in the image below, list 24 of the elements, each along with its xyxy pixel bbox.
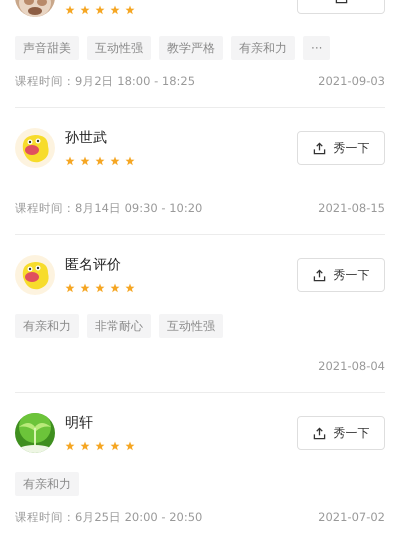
share-button[interactable]: 秀一下 (297, 258, 385, 292)
reviewer-name: 孙世武 (65, 129, 108, 147)
review-tag: 教学严格 (159, 36, 223, 60)
course-time: 课程时间：8月14日 09:30 - 10:20 (15, 201, 202, 215)
review-tag: 互动性强 (87, 36, 151, 60)
reviewer-name: 匿名评价 (65, 256, 122, 274)
review-tag: 互动性强 (159, 314, 223, 338)
review-date: 2021-09-03 (318, 74, 385, 88)
course-time: 课程时间：9月2日 18:00 - 18:25 (15, 74, 196, 88)
review-date: 2021-08-15 (318, 201, 385, 215)
review-tag: 非常耐心 (87, 314, 151, 338)
share-button[interactable]: 秀一下 (297, 416, 385, 450)
review-tag: 声音甜美 (15, 36, 79, 60)
review-tag: 有亲和力 (15, 472, 79, 496)
mascot-avatar-icon (15, 255, 55, 295)
review-tag: 有亲和力 (15, 314, 79, 338)
course-time: 课程时间：6月25日 20:00 - 20:50 (15, 510, 202, 524)
mascot-avatar-icon (15, 128, 55, 168)
share-button[interactable]: 秀一下 (297, 131, 385, 165)
review-tag: ··· (303, 36, 330, 60)
review-date: 2021-08-04 (318, 359, 385, 373)
reviewer-name: 明轩 (65, 414, 94, 432)
review-date: 2021-07-02 (318, 510, 385, 524)
review-tag: 有亲和力 (231, 36, 295, 60)
